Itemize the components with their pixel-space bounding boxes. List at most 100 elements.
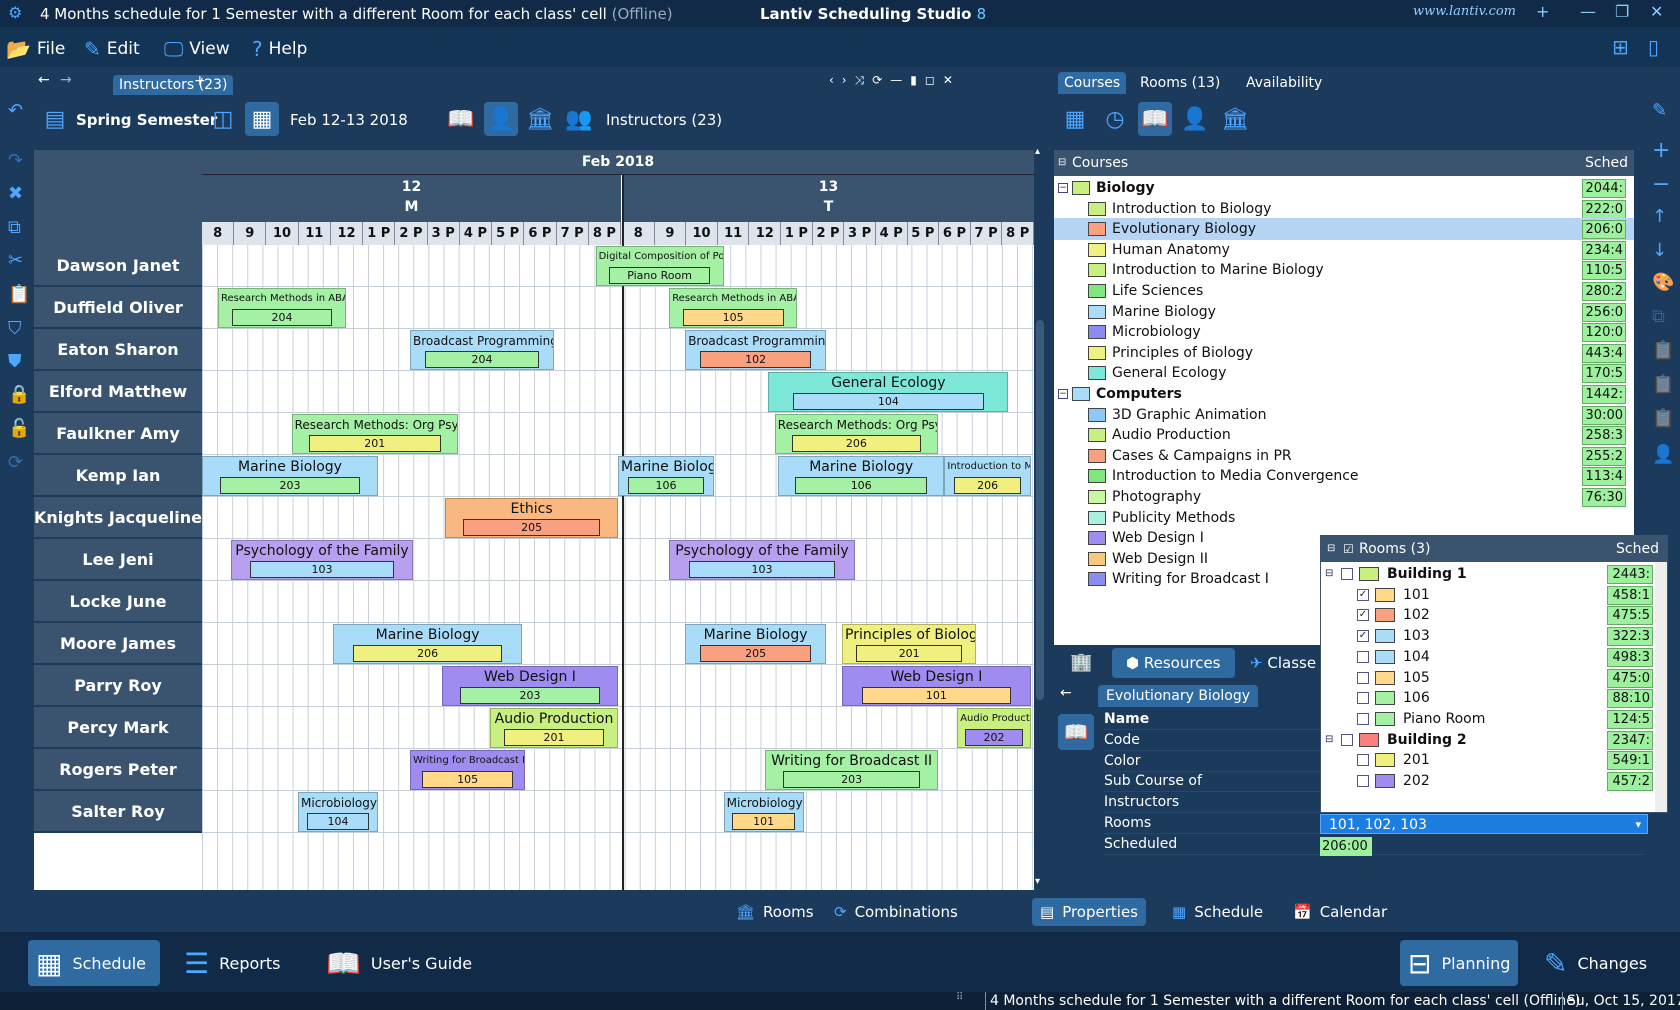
new-window-icon[interactable]: + [1536,2,1549,21]
tab-rooms[interactable]: Rooms (13) [1134,72,1226,94]
class-event[interactable]: Broadcast Programming 204 [410,330,554,370]
tab-courses[interactable]: Courses [1058,72,1127,94]
course-row[interactable]: Photography 76:30 [1054,486,1634,508]
building-icon[interactable]: 🏢 [1070,652,1092,673]
schedule-grid-icon[interactable]: ▦ [1058,102,1092,136]
collapse-toggle-icon[interactable]: − [1058,183,1068,193]
menu-file[interactable]: 📂 File [6,37,65,61]
class-event[interactable]: Writing for Broadcast II 203 [765,750,938,790]
class-event[interactable]: Psychology of the Family 103 [230,540,414,580]
instructor-row-label[interactable]: Moore James [34,623,202,665]
room-row[interactable]: 201 549:1 [1321,749,1657,771]
instructor-row-label[interactable]: Kemp Ian [34,455,202,497]
room-row[interactable]: Piano Room 124:5 [1321,708,1657,730]
rooms-button[interactable]: 🏛 Rooms [728,898,822,926]
instructor-row-label[interactable]: Rogers Peter [34,749,202,791]
collapse-toggle-icon[interactable]: − [1058,389,1068,399]
class-event[interactable]: Audio Productio 202 [957,708,1031,748]
course-row[interactable]: Marine Biology 256:0 [1054,301,1634,323]
undo-icon[interactable]: ↶ [8,100,23,121]
room-row[interactable]: 105 475:0 [1321,667,1657,689]
date-picker-icon[interactable]: ◫ [206,102,240,136]
class-event[interactable]: Microbiology 104 [298,792,378,832]
instructor-row-label[interactable]: Dawson Janet [34,245,202,287]
nav-schedule[interactable]: ▦ Schedule [28,940,160,986]
properties-button[interactable]: ▤ Properties [1032,898,1146,926]
tab-availability[interactable]: Availability [1240,72,1328,94]
class-event[interactable]: Ethics 205 [445,498,618,538]
course-row[interactable]: General Ecology 170:5 [1054,362,1634,384]
tab-instructors[interactable]: Instructors (23) [113,75,234,95]
presentation-icon[interactable]: ⊞ [1612,35,1629,59]
class-event[interactable]: Web Design I 203 [442,666,618,706]
paste-icon[interactable]: 📋 [1652,374,1674,395]
class-event[interactable]: Marine Biology 205 [685,624,826,664]
collapse-toggle-icon[interactable]: ⊟ [1325,729,1333,751]
grid-scrollbar[interactable]: ▴ ▾ [1034,146,1046,890]
rooms-select[interactable]: 101, 102, 103 ▾ [1320,814,1648,834]
clock-icon[interactable]: ◷ [1098,102,1132,136]
instructor-row-label[interactable]: Faulkner Amy [34,413,202,455]
property-row[interactable]: Scheduled [1104,833,1644,855]
room-checkbox[interactable] [1357,775,1369,787]
class-event[interactable]: Marine Biology 106 [618,456,714,496]
tab-resources[interactable]: ⬢ Resources [1112,648,1235,678]
course-row[interactable]: Life Sciences 280:2 [1054,280,1634,302]
add-tab-icon[interactable]: + [194,73,206,89]
class-event[interactable]: Marine Biology 206 [333,624,522,664]
instructor-row-label[interactable]: Eaton Sharon [34,329,202,371]
copy-icon[interactable]: ⧉ [8,217,21,238]
class-event[interactable]: General Ecology 104 [768,372,1009,412]
room-checkbox[interactable]: ✓ [1357,609,1369,622]
calendar-icon[interactable]: ▦ [245,102,279,136]
collapse-icon[interactable]: ⊟ [1327,536,1335,562]
room-row[interactable]: ✓ 101 458:1 [1321,584,1657,606]
course-row[interactable]: Introduction to Biology 222:0 [1054,198,1634,220]
room-checkbox[interactable] [1357,712,1369,725]
course-row[interactable]: Evolutionary Biology 206:0 [1054,218,1634,241]
person-icon[interactable]: 👤 [1178,102,1212,136]
course-group-row[interactable]: − Computers 1442: [1054,383,1634,405]
tab-classes[interactable]: ✈ Classe [1250,648,1316,678]
nav-changes[interactable]: ✎ Changes [1536,940,1655,986]
book-icon[interactable]: 📖 [1138,102,1172,136]
building-row[interactable]: ⊟ Building 2 2347: [1321,729,1657,751]
collapse-toggle-icon[interactable]: ⊟ [1325,563,1333,585]
settings-gear-icon[interactable]: ⚙ [8,3,22,22]
remove-icon[interactable]: − [1652,172,1670,197]
instructor-row-label[interactable]: Locke June [34,581,202,623]
menu-help[interactable]: ? Help [252,37,307,61]
course-row[interactable]: Cases & Campaigns in PR 255:2 [1054,445,1634,467]
class-event[interactable]: Psychology of the Family 103 [669,540,855,580]
course-row[interactable]: Publicity Methods [1054,507,1634,529]
scroll-thumb[interactable] [1036,320,1044,700]
class-event[interactable]: Writing for Broadcast I 105 [410,750,526,790]
schedule-grid[interactable]: Feb 2018 12 M 13 T 8 9 10 11 12 1 P2 P3 P4 P5 P… [34,150,1034,890]
unlock-icon[interactable]: 🔓 [8,418,30,439]
course-group-row[interactable]: − Biology 2044: [1054,177,1634,199]
back-arrow-icon[interactable]: ← [1060,685,1072,701]
class-event[interactable]: Web Design I 101 [842,666,1031,706]
instructors-person-icon[interactable]: 👤 [484,102,518,136]
course-row[interactable]: Audio Production 258:3 [1054,424,1634,446]
forward-arrow-icon[interactable]: → [60,72,72,88]
menu-view[interactable]: 🖵 View [164,37,230,61]
building-icon[interactable]: 🏛 [1218,102,1252,136]
rooms-building-icon[interactable]: 🏛 [523,102,557,136]
instructor-row-label[interactable]: Percy Mark [34,707,202,749]
room-checkbox[interactable] [1341,733,1353,746]
course-row[interactable]: Introduction to Marine Biology 110:5 [1054,259,1634,281]
class-event[interactable]: Introduction to M 206 [944,456,1031,496]
add-icon[interactable]: + [1652,138,1670,163]
instructor-row-label[interactable]: Knights Jacqueline [34,497,202,539]
courses-book-icon[interactable]: 📖 [444,102,478,136]
course-row[interactable]: Introduction to Media Convergence 113:4 [1054,465,1634,487]
class-event[interactable]: Marine Biology 106 [778,456,945,496]
restore-icon[interactable]: ❐ [1615,2,1629,21]
copy-icon[interactable]: ⧉ [1652,306,1665,327]
shield-x-icon[interactable]: ⛊ [8,351,22,372]
calendar-button[interactable]: 📅 Calendar [1285,898,1395,926]
menu-edit[interactable]: ✎ Edit [84,37,140,61]
move-down-icon[interactable]: ↓ [1652,240,1667,261]
room-checkbox[interactable]: ✓ [1357,630,1369,643]
